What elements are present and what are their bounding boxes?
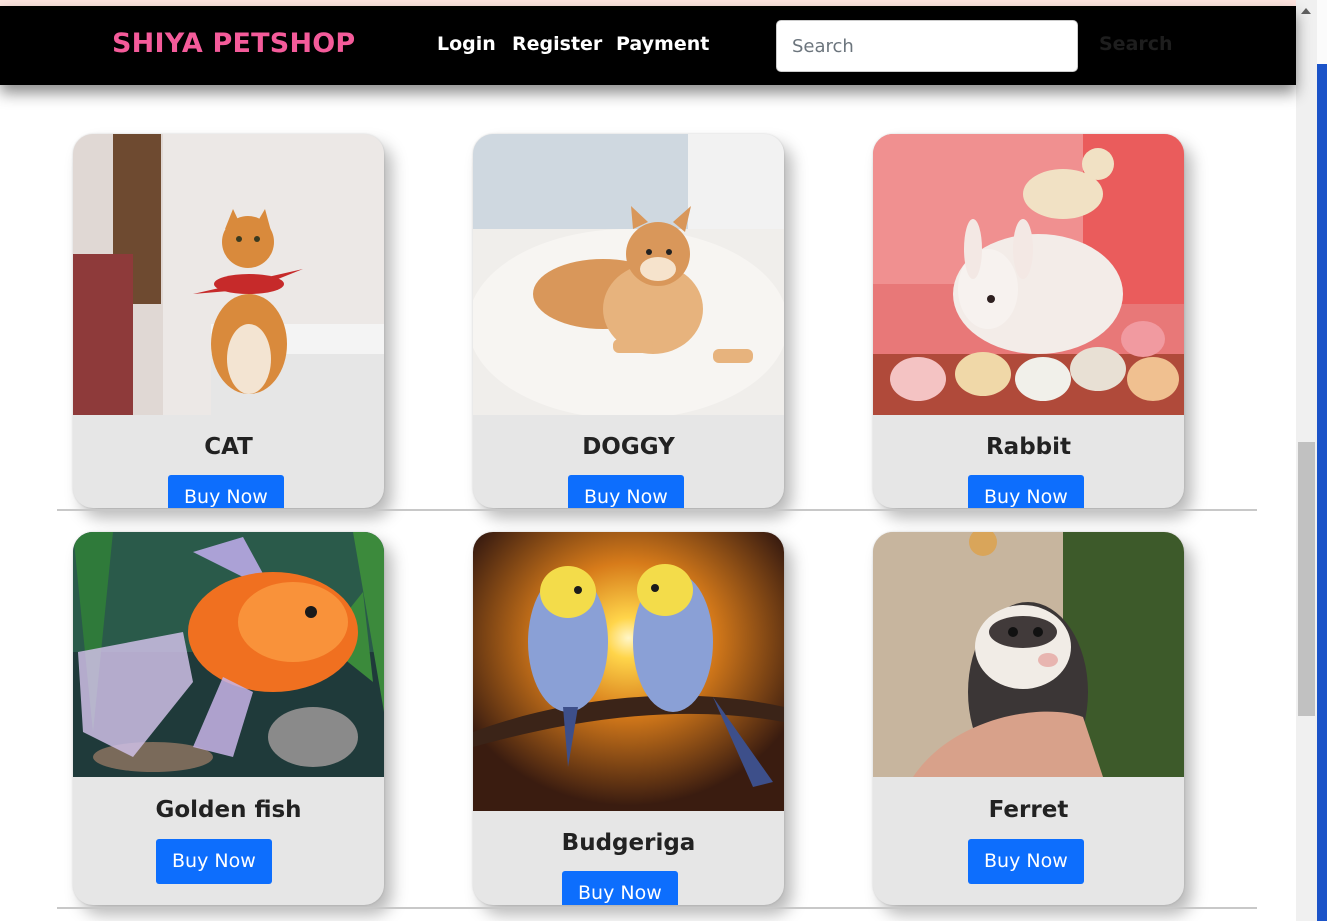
buy-now-button-ferret[interactable]: Buy Now xyxy=(968,839,1084,884)
product-title: Golden fish xyxy=(155,797,302,823)
search-input[interactable] xyxy=(776,20,1078,72)
product-title: Rabbit xyxy=(985,434,1072,460)
product-card-cat: CAT Buy Now xyxy=(73,134,384,508)
budgie-image xyxy=(473,532,784,811)
product-card-ferret: Ferret Buy Now xyxy=(873,532,1184,905)
buy-now-button-doggy[interactable]: Buy Now xyxy=(568,475,684,508)
search-button[interactable]: Search xyxy=(1099,33,1173,55)
goldfish-image xyxy=(73,532,384,777)
brand-logo[interactable]: SHIYA PETSHOP xyxy=(112,28,355,59)
scrollbar-thumb[interactable] xyxy=(1298,442,1315,716)
rabbit-image xyxy=(873,134,1184,415)
row-divider xyxy=(57,907,1257,909)
nav-payment-link[interactable]: Payment xyxy=(616,33,709,55)
product-title: Ferret xyxy=(988,797,1069,823)
ferret-image xyxy=(873,532,1184,777)
nav-register-link[interactable]: Register xyxy=(512,33,602,55)
navbar: SHIYA PETSHOP Login Register Payment Sea… xyxy=(0,6,1296,85)
buy-now-button-golden-fish[interactable]: Buy Now xyxy=(156,839,272,884)
product-card-rabbit: Rabbit Buy Now xyxy=(873,134,1184,508)
buy-now-button-rabbit[interactable]: Buy Now xyxy=(968,475,1084,508)
dog-image xyxy=(473,134,784,415)
buy-now-button-cat[interactable]: Buy Now xyxy=(168,475,284,508)
nav-login-link[interactable]: Login xyxy=(437,33,496,55)
product-title: Budgeriga xyxy=(561,830,696,856)
window-edge xyxy=(1317,0,1327,921)
vertical-scrollbar[interactable] xyxy=(1296,0,1317,921)
cat-image xyxy=(73,134,384,415)
product-card-doggy: DOGGY Buy Now xyxy=(473,134,784,508)
product-title: DOGGY xyxy=(582,434,675,460)
product-card-golden-fish: Golden fish Buy Now xyxy=(73,532,384,905)
scroll-up-arrow-icon[interactable] xyxy=(1301,8,1311,14)
product-title: CAT xyxy=(204,434,253,460)
buy-now-button-budgeriga[interactable]: Buy Now xyxy=(562,871,678,905)
product-card-budgeriga: Budgeriga Buy Now xyxy=(473,532,784,905)
row-divider xyxy=(57,509,1257,511)
